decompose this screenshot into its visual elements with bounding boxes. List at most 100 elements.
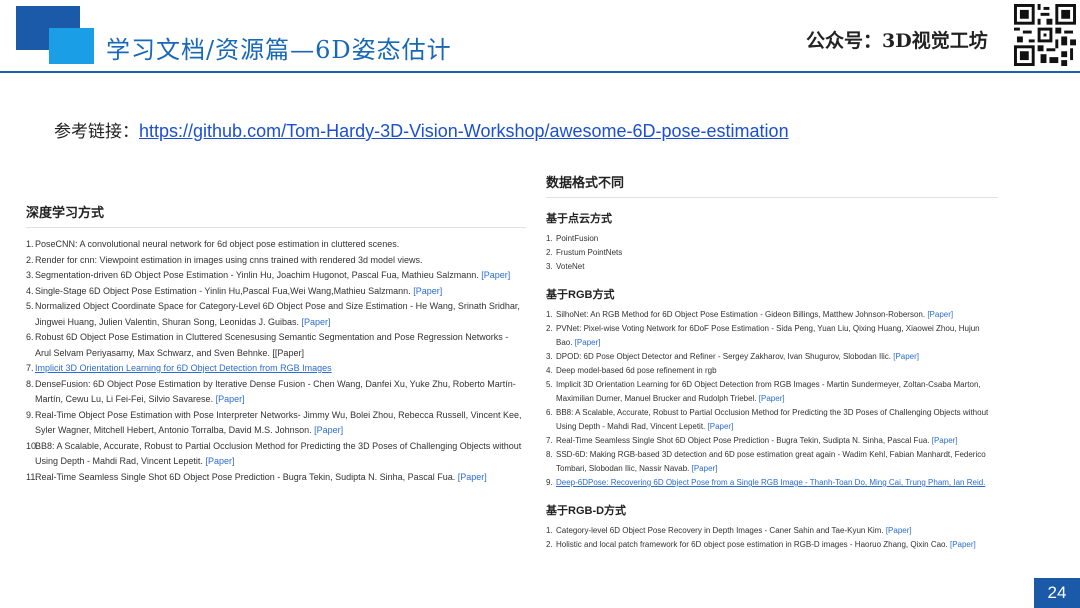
deep-learning-heading: 深度学习方式	[26, 202, 526, 228]
item-number: 5.	[546, 380, 553, 389]
paper-link[interactable]: [Paper]	[205, 456, 234, 466]
item-text: SSD-6D: Making RGB-based 3D detection an…	[556, 450, 986, 473]
item-number: 3.	[26, 270, 34, 280]
data-format-sections: 基于点云方式 1. PointFusion 2. Frustum PointNets 3.…	[546, 210, 998, 552]
item-text: SilhoNet: An RGB Method for 6D Object Po…	[556, 310, 926, 319]
list-item: 3. DPOD: 6D Pose Object Detector and Refi…	[546, 350, 998, 364]
item-text: VoteNet	[556, 262, 585, 271]
list-item: 2. PVNet: Pixel-wise Voting Network for 6…	[546, 322, 998, 350]
paper-link[interactable]: [Paper]	[759, 394, 785, 403]
deep-learning-column: 深度学习方式 1. PoseCNN: A convolutional neural…	[26, 202, 526, 485]
list-item: 4. Single-Stage 6D Object Pose Estimation…	[26, 284, 526, 300]
list-item: 8. DenseFusion: 6D Object Pose Estimation…	[26, 377, 526, 408]
paper-link[interactable]: [Paper]	[481, 270, 510, 280]
paper-link[interactable]: [Paper]	[708, 422, 734, 431]
item-number: 4.	[26, 285, 34, 296]
format-section-list: 1. PointFusion 2. Frustum PointNets 3. VoteNe…	[546, 232, 998, 274]
list-item: 11. Real-Time Seamless Single Shot 6D Obj…	[26, 470, 526, 486]
list-item: 2. Holistic and local patch framework for…	[546, 538, 998, 552]
item-text: PoseCNN: A convolutional neural network …	[35, 239, 400, 249]
reference-label: 参考链接：	[54, 122, 139, 142]
paper-link[interactable]: [Paper]	[950, 540, 976, 549]
item-number: 1.	[26, 239, 34, 249]
data-format-column: 数据格式不同 基于点云方式 1. PointFusion 2. Frustum Poin…	[546, 172, 998, 564]
data-format-heading: 数据格式不同	[546, 172, 998, 198]
qr-code-icon	[1014, 4, 1076, 66]
reference-link[interactable]: https://github.com/Tom-Hardy-3D-Vision-W…	[139, 121, 789, 141]
paper-link[interactable]: [Paper]	[575, 338, 601, 347]
item-number: 2.	[546, 324, 553, 333]
list-item: 1. Category-level 6D Object Pose Recovery…	[546, 524, 998, 538]
item-text: Render for cnn: Viewpoint estimation in …	[35, 254, 423, 265]
item-text: Real-Time Seamless Single Shot 6D Object…	[35, 471, 456, 482]
format-section-title: 基于RGB-D方式	[546, 505, 627, 517]
list-item: 5. Implicit 3D Orientation Learning for 6…	[546, 378, 998, 406]
item-text: Segmentation-driven 6D Object Pose Estim…	[35, 270, 479, 280]
item-number: 5.	[26, 301, 34, 311]
paper-link[interactable]: [Paper]	[302, 317, 331, 327]
list-item: 2. Render for cnn: Viewpoint estimation i…	[26, 253, 526, 269]
item-text: PointFusion	[556, 234, 599, 243]
header-divider	[0, 71, 1080, 73]
list-item: 2. Frustum PointNets	[546, 246, 998, 260]
list-item: 8. SSD-6D: Making RGB-based 3D detection …	[546, 448, 998, 476]
item-number: 1.	[546, 234, 553, 243]
item-number: 3.	[546, 262, 553, 271]
list-item: 9. Deep-6DPose: Recovering 6D Object Pose…	[546, 476, 998, 490]
paper-link[interactable]: [Paper]	[927, 310, 953, 319]
paper-link[interactable]: [Paper]	[886, 526, 912, 535]
item-text: Real-Time Object Pose Estimation with Po…	[35, 409, 522, 436]
list-item: 1. PointFusion	[546, 232, 998, 246]
paper-link[interactable]: [Paper]	[458, 472, 487, 482]
item-text: Category-level 6D Object Pose Recovery i…	[556, 526, 884, 535]
list-item: 6. Robust 6D Object Pose Estimation in Cl…	[26, 330, 526, 361]
item-number: 10.	[26, 440, 39, 451]
format-section-title: 基于点云方式	[546, 213, 612, 225]
paper-link[interactable]: [Paper]	[216, 394, 245, 404]
reference-line: 参考链接：https://github.com/Tom-Hardy-3D-Vis…	[54, 117, 789, 142]
list-item: 1. PoseCNN: A convolutional neural networ…	[26, 237, 526, 253]
item-text: Robust 6D Object Pose Estimation in Clut…	[35, 332, 509, 358]
item-text: Deep model-based 6d pose refinement in r…	[556, 366, 717, 375]
paper-link[interactable]: [Paper]	[314, 425, 343, 435]
paper-link[interactable]: Deep-6DPose: Recovering 6D Object Pose f…	[556, 478, 985, 487]
list-item: 5. Normalized Object Coordinate Space for…	[26, 299, 526, 330]
paper-link[interactable]: [Paper]	[413, 286, 442, 296]
item-number: 3.	[546, 352, 553, 361]
paper-link[interactable]: [Paper]	[932, 436, 958, 445]
format-section-list: 1. SilhoNet: An RGB Method for 6D Object …	[546, 308, 998, 490]
list-item: 4. Deep model-based 6d pose refinement in…	[546, 364, 998, 378]
list-item: 3. VoteNet	[546, 260, 998, 274]
item-text: Normalized Object Coordinate Space for C…	[35, 301, 520, 327]
item-number: 7.	[26, 363, 34, 373]
item-number: 1.	[546, 526, 553, 535]
paper-link[interactable]: Implicit 3D Orientation Learning for 6D …	[35, 363, 332, 373]
item-number: 9.	[26, 409, 34, 420]
paper-link[interactable]: [Paper]	[893, 352, 919, 361]
paper-link[interactable]: [Paper]	[692, 464, 718, 473]
format-section: 基于RGB-D方式 1. Category-level 6D Object Pose…	[546, 502, 998, 552]
item-text: DenseFusion: 6D Object Pose Estimation b…	[35, 378, 516, 405]
list-item: 9. Real-Time Object Pose Estimation with …	[26, 408, 526, 439]
item-number: 2.	[26, 254, 34, 265]
list-item: 10. BB8: A Scalable, Accurate, Robust to …	[26, 439, 526, 470]
item-number: 1.	[546, 310, 553, 319]
slide-title: 学习文档/资源篇—6D姿态估计	[106, 36, 452, 64]
item-text: DPOD: 6D Pose Object Detector and Refine…	[556, 352, 891, 361]
format-section-list: 1. Category-level 6D Object Pose Recovery…	[546, 524, 998, 552]
item-number: 6.	[546, 408, 553, 417]
page-number: 24	[1034, 578, 1080, 608]
deep-learning-list: 1. PoseCNN: A convolutional neural networ…	[26, 237, 526, 485]
format-section: 基于RGB方式 1. SilhoNet: An RGB Method for 6D …	[546, 286, 998, 490]
item-text: BB8: A Scalable, Accurate, Robust to Par…	[556, 408, 989, 431]
item-number: 9.	[546, 478, 553, 487]
list-item: 7. Real-Time Seamless Single Shot 6D Obje…	[546, 434, 998, 448]
item-number: 6.	[26, 332, 34, 342]
header-decoration-square-light	[49, 28, 94, 64]
list-item: 7. Implicit 3D Orientation Learning for 6…	[26, 361, 526, 377]
item-text: Real-Time Seamless Single Shot 6D Object…	[556, 436, 930, 445]
item-number: 4.	[546, 366, 553, 375]
list-item: 3. Segmentation-driven 6D Object Pose Est…	[26, 268, 526, 284]
item-text: Frustum PointNets	[556, 248, 623, 257]
item-text: BB8: A Scalable, Accurate, Robust to Par…	[35, 440, 522, 467]
